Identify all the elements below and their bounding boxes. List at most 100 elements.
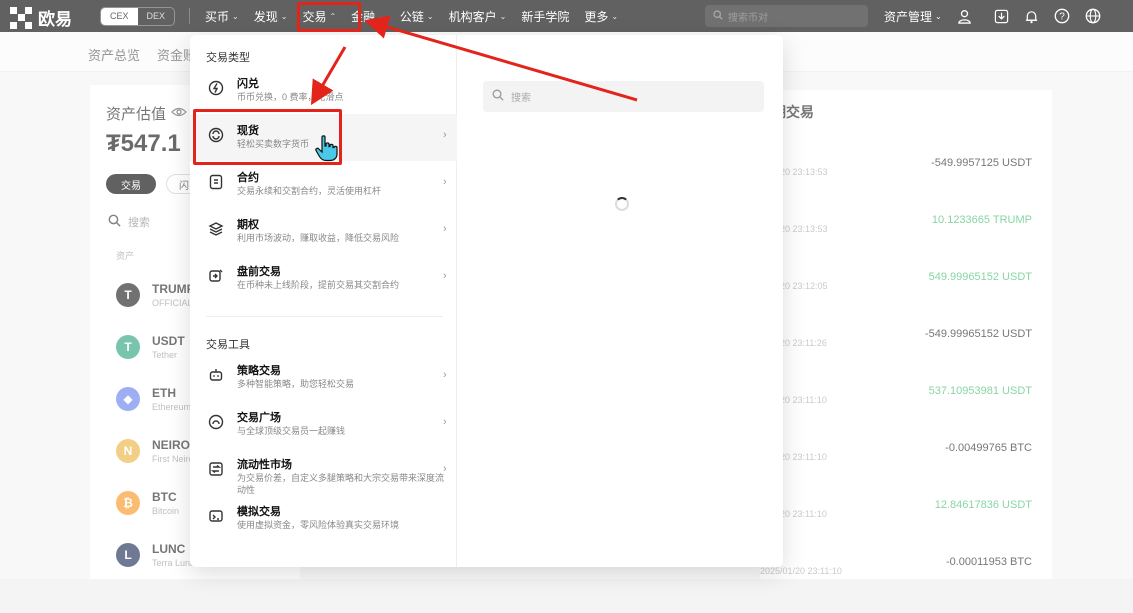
- list-item[interactable]: ₿ BTC Bitcoin: [116, 483, 179, 523]
- subnav-overview[interactable]: 资产总览: [88, 45, 140, 64]
- menu-item-desc: 多种智能策略，助您轻松交易: [237, 379, 355, 389]
- trade-amount: -0.00499765 BTC: [945, 442, 1032, 454]
- dropdown-search-placeholder: 搜索: [511, 93, 531, 104]
- chevron-down-icon: ⌄: [232, 11, 239, 21]
- liquidity-icon: [207, 460, 225, 478]
- top-search-input[interactable]: 搜索币对: [705, 5, 868, 27]
- contract-icon: [207, 173, 225, 191]
- neiro-coin-icon: N: [116, 439, 140, 463]
- table-row[interactable]: -549.99965152 USDT 5/01/20 23:11:26: [760, 328, 1052, 385]
- menu-item-tools-3[interactable]: 模拟交易 使用虚拟资金，零风险体验真实交易环境: [190, 495, 457, 542]
- top-navbar: 欧易 CEX DEX 买币 ⌄ 发现 ⌄ 交易 ⌃ 金融 ⌄ 公链 ⌄ 机构客户 ⌄ 新手学院 更多 ⌄ 搜…: [0, 0, 1133, 32]
- divider: [189, 8, 190, 24]
- help-icon[interactable]: ?: [1054, 8, 1070, 24]
- trade-amount: 549.99965152 USDT: [928, 271, 1032, 283]
- btc-coin-icon: ₿: [116, 491, 140, 515]
- chevron-down-icon: ⌄: [611, 11, 619, 21]
- menu-item-desc: 与全球顶级交易员一起赚钱: [237, 426, 346, 436]
- nav-item-0[interactable]: 买币 ⌄: [205, 8, 239, 25]
- menu-item-types-3[interactable]: 期权 利用市场波动，赚取收益，降低交易风险 ›: [190, 208, 457, 255]
- top-right-actions: 资产管理 ⌄ ?: [884, 0, 1101, 32]
- nav-item-5[interactable]: 机构客户 ⌄: [449, 8, 507, 25]
- menu-item-title: 合约: [237, 172, 259, 184]
- svg-text:?: ?: [1059, 12, 1065, 23]
- trade-time: 2025/01/20 23:11:10: [760, 566, 842, 576]
- nav-item-label: 更多: [584, 9, 609, 24]
- chevron-down-icon: ⌄: [935, 11, 942, 21]
- chevron-right-icon: ›: [443, 176, 447, 188]
- nav-item-7[interactable]: 更多 ⌄: [584, 8, 618, 25]
- download-icon[interactable]: [994, 9, 1009, 24]
- options-icon: [207, 220, 225, 238]
- dropdown-search-input[interactable]: 搜索: [483, 81, 764, 112]
- bell-icon[interactable]: [1024, 9, 1039, 24]
- nav-item-1[interactable]: 发现 ⌄: [254, 8, 288, 25]
- list-item[interactable]: ◆ ETH Ethereum: [116, 379, 191, 419]
- divider: [206, 316, 443, 317]
- menu-item-tools-1[interactable]: 交易广场 与全球顶级交易员一起赚钱 ›: [190, 401, 457, 448]
- coin-name: First Neiro: [152, 454, 194, 464]
- asset-valuation-title: 资产估值: [106, 103, 187, 124]
- trump-coin-icon: T: [116, 283, 140, 307]
- menu-item-title: 闪兑: [237, 78, 259, 90]
- section-trade-types: 交易类型: [206, 52, 250, 64]
- trade-amount: -0.00011953 BTC: [945, 556, 1032, 568]
- asset-search-input[interactable]: 搜索: [108, 214, 150, 230]
- list-item[interactable]: T TRUMP OFFICIAL: [116, 275, 195, 315]
- nav-item-label: 买币: [205, 9, 230, 24]
- list-item[interactable]: T USDT Tether: [116, 327, 185, 367]
- coin-symbol: TRUMP: [152, 282, 195, 296]
- trade-amount: 537.10953981 USDT: [928, 385, 1032, 397]
- brand-logo[interactable]: 欧易: [10, 5, 72, 30]
- table-row[interactable]: -0.00011953 BTC 2025/01/20 23:11:10: [760, 556, 1052, 613]
- section-trade-tools: 交易工具: [206, 339, 250, 351]
- chevron-right-icon: ›: [443, 463, 447, 475]
- table-row[interactable]: 549.99965152 USDT 5/01/20 23:12:05: [760, 271, 1052, 328]
- asset-title-label: 资产估值: [106, 106, 167, 123]
- globe-icon[interactable]: [1085, 8, 1101, 24]
- highlight-box-trade-nav: [297, 2, 361, 32]
- chevron-down-icon: ⌄: [280, 11, 288, 21]
- asset-manage-label: 资产管理: [884, 9, 933, 24]
- table-row[interactable]: 537.10953981 USDT 5/01/20 23:11:10: [760, 385, 1052, 442]
- menu-item-types-0[interactable]: 闪兑币币兑换，0 费率，无滑点: [190, 67, 457, 114]
- eth-coin-icon: ◆: [116, 387, 140, 411]
- menu-item-desc: 币币兑换，0 费率，无滑点: [237, 92, 344, 102]
- nav-item-6[interactable]: 新手学院: [521, 8, 569, 25]
- menu-item-types-2[interactable]: 合约交易永续和交割合约，灵活使用杠杆 ›: [190, 161, 457, 208]
- table-row[interactable]: 10.1233665 TRUMP 5/01/20 23:13:53: [760, 214, 1052, 271]
- asset-value: ₮547.1: [106, 130, 181, 157]
- trade-button[interactable]: 交易: [106, 174, 156, 194]
- menu-item-desc: 交易永续和交割合约，灵活使用杠杆: [237, 186, 382, 196]
- search-icon: [492, 89, 504, 104]
- table-row[interactable]: -549.9957125 USDT 5/01/20 23:13:53: [760, 157, 1052, 214]
- menu-item-title: 流动性市场: [237, 459, 292, 471]
- cex-toggle[interactable]: CEX: [101, 8, 138, 25]
- chevron-right-icon: ›: [443, 369, 447, 381]
- list-item[interactable]: N NEIRO First Neiro: [116, 431, 194, 471]
- loading-spinner-icon: [615, 197, 629, 211]
- user-icon[interactable]: [957, 9, 972, 24]
- eye-icon[interactable]: [171, 105, 187, 122]
- chevron-right-icon: ›: [443, 270, 447, 282]
- square-icon: [207, 413, 225, 431]
- table-row[interactable]: 12.84617836 USDT 5/01/20 23:11:10: [760, 499, 1052, 556]
- menu-item-title: 期权: [237, 219, 259, 231]
- asset-manage-menu[interactable]: 资产管理 ⌄: [884, 8, 942, 25]
- cex-dex-toggle[interactable]: CEX DEX: [100, 7, 176, 26]
- main-nav: 买币 ⌄ 发现 ⌄ 交易 ⌃ 金融 ⌄ 公链 ⌄ 机构客户 ⌄ 新手学院 更多 ⌄: [205, 0, 633, 32]
- asset-search-placeholder: 搜索: [128, 217, 150, 229]
- brand-name: 欧易: [38, 10, 72, 29]
- menu-item-tools-2[interactable]: 流动性市场 为交易价差，自定义多腿策略和大宗交易带来深度流动性 ›: [190, 448, 457, 495]
- menu-item-types-4[interactable]: 盘前交易 在币种未上线阶段，提前交易其交割合约 ›: [190, 255, 457, 302]
- nav-item-4[interactable]: 公链 ⌄: [400, 8, 434, 25]
- search-icon: [713, 9, 723, 23]
- top-search-placeholder: 搜索币对: [728, 12, 768, 24]
- table-row[interactable]: -0.00499765 BTC 5/01/20 23:11:10: [760, 442, 1052, 499]
- menu-item-tools-0[interactable]: 策略交易 多种智能策略，助您轻松交易 ›: [190, 354, 457, 401]
- dex-toggle[interactable]: DEX: [138, 8, 175, 25]
- demo-icon: [207, 507, 225, 525]
- chevron-down-icon: ⌄: [378, 11, 385, 21]
- chevron-right-icon: ›: [443, 129, 447, 141]
- menu-item-title: 模拟交易: [237, 506, 281, 518]
